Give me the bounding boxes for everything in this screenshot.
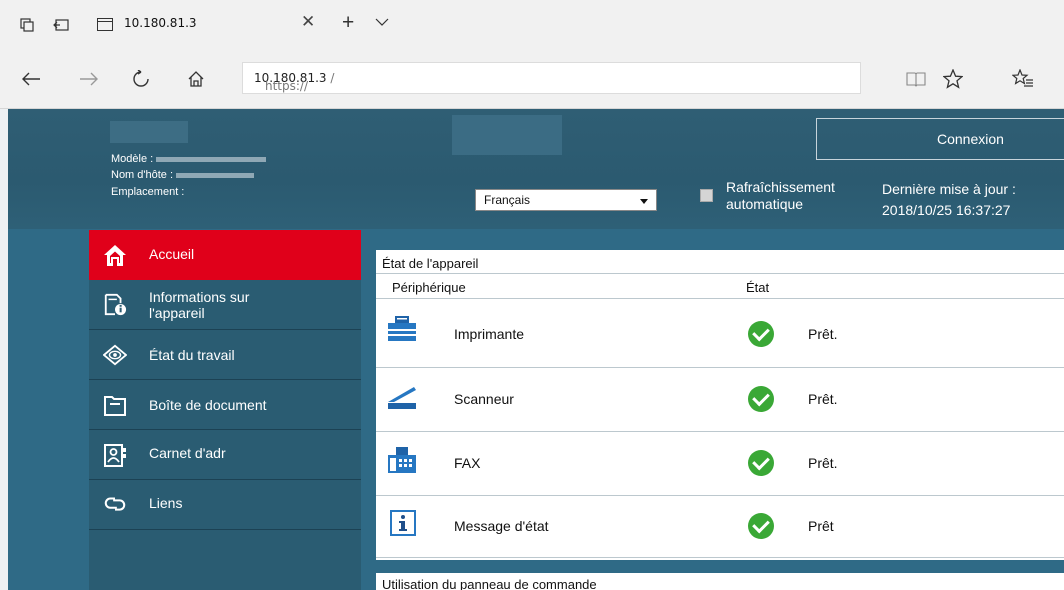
info-icon — [390, 510, 416, 536]
sidebar-item-label: Informations sur l'appareil — [149, 289, 250, 321]
forward-icon[interactable] — [76, 66, 102, 92]
auto-refresh-label: Rafraîchissement automatique — [726, 179, 835, 212]
set-aside-tabs-icon[interactable] — [52, 16, 70, 34]
location-label: Emplacement : — [111, 186, 185, 198]
page-favicon-icon — [97, 18, 113, 31]
tab-title: 10.180.81.3 — [124, 16, 197, 30]
device-name: Scanneur — [454, 391, 514, 407]
last-update-info: Dernière mise à jour : 2018/10/25 16:37:… — [882, 179, 1016, 221]
back-icon[interactable] — [18, 66, 44, 92]
column-header-state: État — [746, 280, 770, 295]
language-select[interactable]: Français — [475, 189, 657, 211]
tab-close-icon[interactable]: ✕ — [301, 12, 315, 32]
sidebar-item-job-status[interactable]: État du travail — [89, 330, 361, 380]
device-status: Prêt — [808, 518, 834, 534]
ready-check-icon — [748, 321, 774, 347]
scanner-icon — [388, 387, 416, 409]
device-info-icon — [104, 293, 127, 316]
language-selected: Français — [484, 193, 531, 207]
device-status: Prêt. — [808, 326, 838, 342]
address-book-icon — [104, 444, 126, 467]
sidebar-item-label: État du travail — [149, 347, 235, 363]
fax-icon — [388, 447, 416, 473]
tab-actions-icon[interactable] — [18, 16, 36, 34]
ready-check-icon — [748, 513, 774, 539]
sidebar-item-label: Boîte de document — [149, 397, 267, 413]
table-row: Scanneur Prêt. — [376, 368, 1064, 428]
ready-check-icon — [748, 386, 774, 412]
panel-title: État de l'appareil — [382, 256, 479, 271]
auto-refresh-checkbox[interactable] — [700, 189, 713, 202]
eye-icon — [103, 344, 127, 366]
web-page: Modèle : Nom d'hôte : Emplacement : Fran… — [0, 109, 1064, 590]
hostname-label: Nom d'hôte : — [111, 169, 174, 181]
sidebar-item-home[interactable]: Accueil — [89, 230, 361, 280]
table-row: Message d'état Prêt — [376, 496, 1064, 556]
last-update-label: Dernière mise à jour : — [882, 181, 1016, 197]
login-button[interactable]: Connexion — [816, 118, 1064, 160]
url-path: / — [326, 71, 335, 85]
panel-title: Utilisation du panneau de commande — [382, 577, 597, 590]
sidebar-item-label: Carnet d'adr — [149, 445, 226, 461]
home-page-icon[interactable] — [183, 66, 209, 92]
hostname-value-redacted — [176, 172, 255, 178]
refresh-icon[interactable] — [128, 66, 154, 92]
column-header-device: Périphérique — [392, 280, 466, 295]
browser-tab[interactable]: 10.180.81.3 ✕ — [88, 6, 328, 50]
url-protocol: https:// — [265, 79, 309, 93]
address-bar[interactable]: https://10.180.81.3 / — [242, 62, 861, 94]
browser-nav-bar: https://10.180.81.3 / — [0, 50, 1064, 109]
new-tab-icon[interactable]: + — [342, 11, 354, 35]
table-row: Imprimante Prêt. — [376, 305, 1064, 365]
sidebar: Accueil Informations sur l'appareil État … — [89, 230, 361, 590]
device-name: FAX — [454, 455, 481, 471]
favorites-hub-icon[interactable] — [1010, 66, 1036, 92]
model-info: Modèle : — [111, 153, 267, 165]
printer-icon — [388, 316, 416, 341]
sidebar-item-links[interactable]: Liens — [89, 480, 361, 530]
sidebar-item-device-info[interactable]: Informations sur l'appareil — [89, 280, 361, 330]
tab-list-chevron-icon[interactable] — [375, 14, 389, 30]
control-panel-section: Utilisation du panneau de commande — [376, 573, 1064, 590]
home-icon — [104, 245, 126, 266]
sidebar-item-document-box[interactable]: Boîte de document — [89, 380, 361, 430]
device-status: Prêt. — [808, 455, 838, 471]
device-name: Imprimante — [454, 326, 525, 342]
model-label: Modèle : — [111, 153, 154, 165]
sidebar-item-label: Liens — [149, 495, 183, 511]
reading-view-icon[interactable] — [904, 66, 928, 92]
device-header: Modèle : Nom d'hôte : Emplacement : Fran… — [8, 109, 1064, 229]
browser-tab-bar: 10.180.81.3 ✕ + — [0, 0, 1064, 50]
location-info: Emplacement : — [111, 186, 184, 198]
hostname-info: Nom d'hôte : — [111, 169, 255, 181]
last-update-value: 2018/10/25 16:37:27 — [882, 202, 1011, 218]
sidebar-item-address-book[interactable]: Carnet d'adr — [89, 430, 361, 480]
device-logo-area — [110, 121, 188, 143]
table-row: FAX Prêt. — [376, 432, 1064, 492]
device-status-panel: État de l'appareil Périphérique État Imp… — [376, 250, 1064, 560]
ready-check-icon — [748, 450, 774, 476]
device-name: Message d'état — [454, 518, 549, 534]
folder-icon — [104, 396, 126, 416]
dropdown-arrow-icon — [640, 199, 648, 204]
favorite-star-icon[interactable] — [941, 66, 965, 92]
sidebar-item-label: Accueil — [149, 246, 195, 262]
device-status: Prêt. — [808, 391, 838, 407]
model-value-redacted — [156, 156, 267, 162]
link-icon — [104, 497, 126, 511]
device-image-area — [452, 115, 562, 155]
